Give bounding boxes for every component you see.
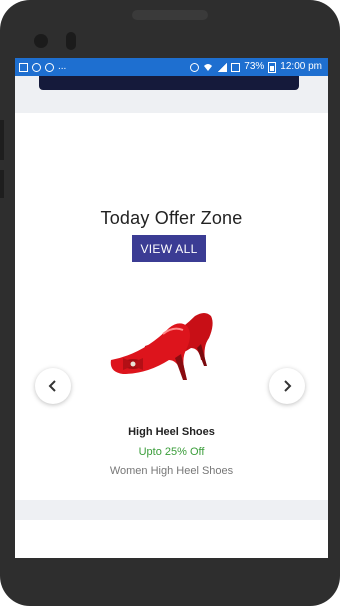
sim-icon — [231, 62, 241, 72]
offer-zone-title: Today Offer Zone — [100, 208, 243, 228]
carousel-prev-button[interactable] — [35, 368, 71, 404]
product-discount: Upto 25% Off — [138, 446, 205, 458]
banner-image[interactable] — [39, 76, 299, 90]
carousel-next-button[interactable] — [269, 368, 305, 404]
front-camera — [34, 34, 48, 48]
app-screen: ... 73% 12:00 pm Today Offer Zone VIEW A… — [15, 58, 328, 558]
sensor — [66, 32, 76, 50]
status-bar: ... 73% 12:00 pm — [15, 58, 328, 76]
product-description: Women High Heel Shoes — [109, 465, 234, 477]
product-name[interactable]: High Heel Shoes — [15, 426, 328, 438]
signal-icon — [217, 62, 228, 72]
battery-icon — [268, 61, 277, 73]
status-left: ... — [19, 61, 66, 73]
status-overflow-text: ... — [58, 61, 67, 72]
chevron-left-icon — [48, 380, 56, 392]
offer-zone-card: Today Offer Zone VIEW ALL High Heel Shoe… — [15, 113, 328, 500]
whatsapp-notification-icon — [32, 62, 41, 72]
gallery-notification-icon — [19, 62, 28, 72]
alarm-icon — [190, 62, 200, 72]
power-button — [0, 170, 4, 198]
phone-frame: ... 73% 12:00 pm Today Offer Zone VIEW A… — [0, 0, 340, 606]
sync-notification-icon — [45, 62, 54, 72]
volume-button — [0, 120, 4, 160]
high-heel-shoes-image[interactable] — [103, 308, 233, 383]
speaker-grille — [132, 10, 208, 20]
status-right: 73% 12:00 pm — [190, 61, 322, 73]
next-section-card — [15, 520, 328, 558]
battery-percent: 73% — [244, 61, 265, 72]
view-all-button[interactable]: VIEW ALL — [132, 235, 206, 262]
wifi-icon — [203, 62, 213, 72]
status-time: 12:00 pm — [280, 61, 322, 72]
chevron-right-icon — [284, 380, 292, 392]
